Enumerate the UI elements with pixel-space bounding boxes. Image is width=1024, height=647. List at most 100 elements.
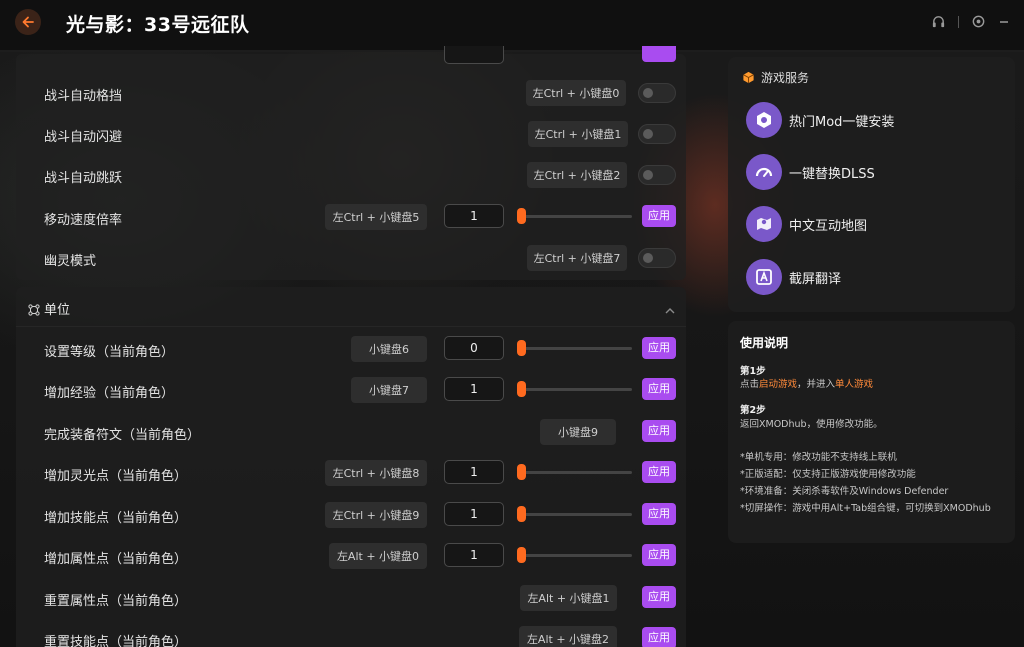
value-input-partial[interactable]	[444, 46, 504, 64]
toggle-switch[interactable]	[638, 124, 676, 144]
service-label: 一键替换DLSS	[789, 167, 875, 182]
cheat-row-add-exp: 增加经验（当前角色） 小键盘7 1 应用	[16, 373, 686, 407]
hotkey-badge: 左Ctrl + 小键盘8	[325, 460, 427, 486]
window-controls	[931, 14, 1010, 29]
note-item: *单机专用：修改功能不支持线上联机	[740, 452, 897, 463]
row-label: 重置属性点（当前角色）	[44, 594, 188, 609]
value-input[interactable]: 1	[444, 543, 504, 567]
hotkey-badge: 左Ctrl + 小键盘7	[527, 245, 627, 271]
hotkey-badge: 小键盘9	[540, 419, 616, 445]
cheat-row-ghost-mode: 幽灵模式 左Ctrl + 小键盘7	[16, 241, 686, 275]
service-screen-translate[interactable]: 截屏翻译	[746, 259, 1006, 295]
unit-icon	[28, 301, 40, 320]
apply-button[interactable]: 应用	[642, 337, 676, 359]
headset-icon[interactable]	[931, 14, 946, 29]
apply-button[interactable]: 应用	[642, 627, 676, 647]
apply-button[interactable]: 应用	[642, 378, 676, 400]
row-label: 重置技能点（当前角色）	[44, 635, 188, 647]
services-title: 游戏服务	[761, 71, 810, 85]
value-input[interactable]: 1	[444, 502, 504, 526]
section-header-unit[interactable]: 单位	[16, 287, 686, 327]
divider	[958, 15, 959, 28]
slider-thumb[interactable]	[517, 381, 526, 397]
mod-icon	[746, 102, 782, 138]
cheat-row-reset-attribute-points: 重置属性点（当前角色） 左Alt + 小键盘1 应用	[16, 581, 686, 615]
slider-thumb[interactable]	[517, 506, 526, 522]
hotkey-badge: 左Ctrl + 小键盘5	[325, 204, 427, 230]
apply-button-partial[interactable]	[642, 46, 676, 62]
toggle-switch[interactable]	[638, 83, 676, 103]
launch-game-link[interactable]: 启动游戏	[759, 379, 797, 390]
service-interactive-map[interactable]: 中文互动地图	[746, 206, 1006, 242]
cheat-row-add-skill-points: 增加技能点（当前角色） 左Ctrl + 小键盘9 1 应用	[16, 498, 686, 532]
slider-track[interactable]	[519, 215, 632, 218]
cheat-row-set-level: 设置等级（当前角色） 小键盘6 0 应用	[16, 332, 686, 366]
service-mod-install[interactable]: 热门Mod一键安装	[746, 102, 1006, 138]
cheat-panel-unit: 单位 设置等级（当前角色） 小键盘6 0 应用 增加经验（当前角色） 小键盘7 …	[16, 287, 686, 647]
box-icon	[743, 71, 754, 84]
apply-button[interactable]: 应用	[642, 420, 676, 442]
step1-title: 第1步	[740, 366, 766, 377]
value-input[interactable]: 1	[444, 204, 504, 228]
cheat-panel-combat: 战斗自动格挡 左Ctrl + 小键盘0 战斗自动闪避 左Ctrl + 小键盘1 …	[16, 46, 686, 280]
slider-track[interactable]	[519, 471, 632, 474]
minimize-icon[interactable]	[998, 16, 1010, 28]
slider-track[interactable]	[519, 388, 632, 391]
row-label: 幽灵模式	[44, 254, 97, 269]
slider-thumb[interactable]	[517, 464, 526, 480]
toggle-knob	[643, 170, 653, 180]
slider-thumb[interactable]	[517, 340, 526, 356]
section-title: 单位	[44, 303, 71, 318]
arrow-left-icon	[22, 16, 34, 28]
apply-button[interactable]: 应用	[642, 503, 676, 525]
back-button[interactable]	[15, 9, 41, 35]
speedometer-icon	[746, 154, 782, 190]
settings-icon[interactable]	[971, 14, 986, 29]
cheat-row-auto-block: 战斗自动格挡 左Ctrl + 小键盘0	[16, 76, 686, 110]
hotkey-badge: 左Ctrl + 小键盘9	[325, 502, 427, 528]
step1-mid: ，并进入	[797, 379, 836, 390]
apply-button[interactable]: 应用	[642, 205, 676, 227]
step2-text: 返回XMODhub，使用修改功能。	[740, 419, 883, 430]
note-item: *环境准备：关闭杀毒软件及Windows Defender	[740, 486, 949, 497]
hotkey-badge: 左Alt + 小键盘1	[520, 585, 617, 611]
hotkey-badge: 左Alt + 小键盘2	[519, 626, 617, 647]
slider-thumb[interactable]	[517, 547, 526, 563]
hotkey-badge: 左Alt + 小键盘0	[329, 543, 427, 569]
slider-thumb[interactable]	[517, 208, 526, 224]
cheat-row-reset-skill-points: 重置技能点（当前角色） 左Alt + 小键盘2 应用	[16, 622, 686, 647]
row-label: 战斗自动格挡	[44, 89, 123, 104]
toggle-knob	[643, 129, 653, 139]
apply-button[interactable]: 应用	[642, 586, 676, 608]
chevron-up-icon[interactable]	[664, 301, 676, 320]
value-input[interactable]: 0	[444, 336, 504, 360]
apply-button[interactable]: 应用	[642, 461, 676, 483]
step1-pre: 点击	[740, 379, 760, 390]
value-input[interactable]: 1	[444, 460, 504, 484]
row-label: 增加属性点（当前角色）	[44, 552, 188, 567]
cheat-row-auto-jump: 战斗自动跳跃 左Ctrl + 小键盘2	[16, 158, 686, 192]
guide-title: 使用说明	[740, 336, 789, 350]
toggle-switch[interactable]	[638, 248, 676, 268]
apply-button[interactable]: 应用	[642, 544, 676, 566]
row-label: 战斗自动跳跃	[44, 171, 123, 186]
slider-track[interactable]	[519, 554, 632, 557]
value-input[interactable]: 1	[444, 377, 504, 401]
row-label: 移动速度倍率	[44, 213, 123, 228]
translate-icon	[746, 259, 782, 295]
cheat-row-add-lumina: 增加灵光点（当前角色） 左Ctrl + 小键盘8 1 应用	[16, 456, 686, 490]
card-title: 游戏服务	[742, 69, 809, 86]
slider-track[interactable]	[519, 347, 632, 350]
hotkey-badge: 小键盘7	[351, 377, 427, 403]
hotkey-badge: 左Ctrl + 小键盘0	[526, 80, 626, 106]
row-label: 完成装备符文（当前角色）	[44, 428, 201, 443]
row-label: 设置等级（当前角色）	[44, 345, 175, 360]
single-player-link[interactable]: 单人游戏	[835, 379, 873, 390]
service-dlss-replace[interactable]: 一键替换DLSS	[746, 154, 1006, 190]
slider-track[interactable]	[519, 513, 632, 516]
service-label: 中文互动地图	[789, 219, 868, 234]
note-item: *切屏操作：游戏中用Alt+Tab组合键，可切换到XMODhub	[740, 503, 991, 514]
toggle-switch[interactable]	[638, 165, 676, 185]
cheat-row-move-speed: 移动速度倍率 左Ctrl + 小键盘5 1 应用	[16, 200, 686, 234]
service-label: 截屏翻译	[789, 272, 842, 287]
